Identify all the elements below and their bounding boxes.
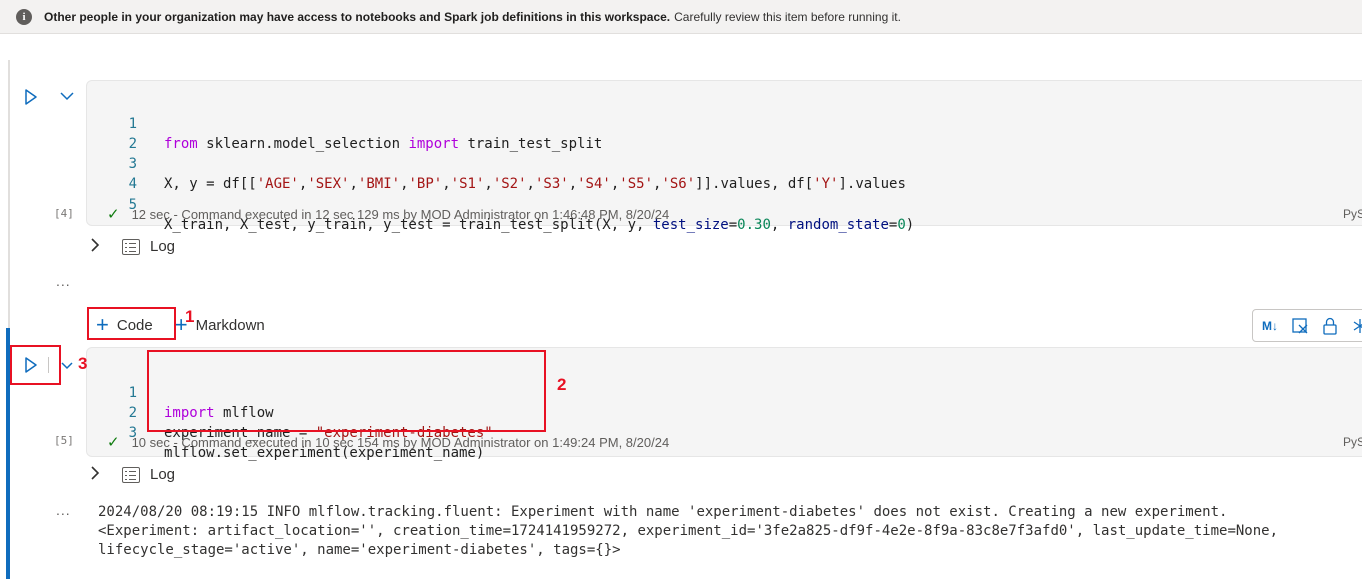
banner-bold-text: Other people in your organization may ha… xyxy=(44,9,671,24)
play-icon xyxy=(25,89,37,105)
run-cell-button[interactable] xyxy=(20,86,42,108)
status-text: 12 sec - Command executed in 12 sec 129 … xyxy=(131,206,670,222)
info-icon: i xyxy=(16,8,32,25)
cell-menu-chevron[interactable] xyxy=(57,86,77,106)
language-label[interactable]: PyS xyxy=(1343,435,1362,449)
cell-status: ✓ 10 sec - Command executed in 10 sec 15… xyxy=(107,433,669,451)
annotation-number: 3 xyxy=(78,354,88,373)
code-line: 5 X_train, X_test, y_train, y_test = tra… xyxy=(128,197,915,233)
chevron-down-icon xyxy=(61,362,73,370)
annotation-box-run xyxy=(10,345,61,385)
log-label: Log xyxy=(150,466,176,483)
check-icon: ✓ xyxy=(107,206,120,223)
code-line: 1 from sklearn.model_selection import tr… xyxy=(128,116,603,152)
cell-gutter xyxy=(8,60,10,330)
code-cell-1[interactable]: 1 from sklearn.model_selection import tr… xyxy=(86,80,1362,233)
code-line: 4 xyxy=(128,176,137,192)
code-line: 3 mlflow.set_experiment(experiment_name) xyxy=(128,425,485,461)
status-text: 10 sec - Command executed in 10 sec 154 … xyxy=(131,434,670,450)
chevron-right-icon xyxy=(90,466,110,483)
code-line: 2 experiment_name = "experiment-diabetes… xyxy=(128,405,493,441)
code-line: 3 X, y = df[['AGE','SEX','BMI','BP','S1'… xyxy=(128,156,906,192)
output-line: <Experiment: artifact_location='', creat… xyxy=(98,523,1279,539)
banner-text: Carefully review this item before runnin… xyxy=(674,9,901,24)
code-line: 1 import mlflow xyxy=(128,385,274,421)
freeze-icon[interactable] xyxy=(1349,314,1362,338)
annotation-number: 1 xyxy=(185,307,195,326)
output-options-icon[interactable]: ... xyxy=(56,502,71,518)
log-toggle[interactable]: Log xyxy=(90,466,175,483)
annotation-box-code xyxy=(87,307,176,340)
list-icon xyxy=(122,466,140,483)
code-line: 2 xyxy=(128,136,137,152)
log-label: Log xyxy=(150,238,176,255)
execution-count: [4] xyxy=(54,207,74,220)
chevron-down-icon xyxy=(60,92,74,101)
add-markdown-button[interactable]: + Markdown xyxy=(167,310,273,340)
cell-toolbar: M↓ xyxy=(1252,309,1362,342)
language-label[interactable]: PyS xyxy=(1343,207,1362,221)
clear-output-icon[interactable] xyxy=(1289,314,1311,338)
lock-icon[interactable] xyxy=(1319,314,1341,338)
output-line: lifecycle_stage='active', name='experime… xyxy=(98,542,621,558)
more-options-icon[interactable]: ... xyxy=(56,273,71,289)
security-banner: i Other people in your organization may … xyxy=(0,0,1362,34)
chevron-right-icon xyxy=(90,238,110,255)
check-icon: ✓ xyxy=(107,434,120,451)
execution-count: [5] xyxy=(54,434,74,447)
annotation-box-code-block xyxy=(147,350,546,432)
markdown-convert-icon[interactable]: M↓ xyxy=(1259,314,1281,338)
list-icon xyxy=(122,238,140,255)
cell-status: ✓ 12 sec - Command executed in 12 sec 12… xyxy=(107,205,669,223)
log-toggle[interactable]: Log xyxy=(90,238,175,255)
annotation-number: 2 xyxy=(557,375,567,394)
cell-output: 2024/08/20 08:19:15 INFO mlflow.tracking… xyxy=(98,503,1278,560)
output-line: 2024/08/20 08:19:15 INFO mlflow.tracking… xyxy=(98,504,1228,520)
